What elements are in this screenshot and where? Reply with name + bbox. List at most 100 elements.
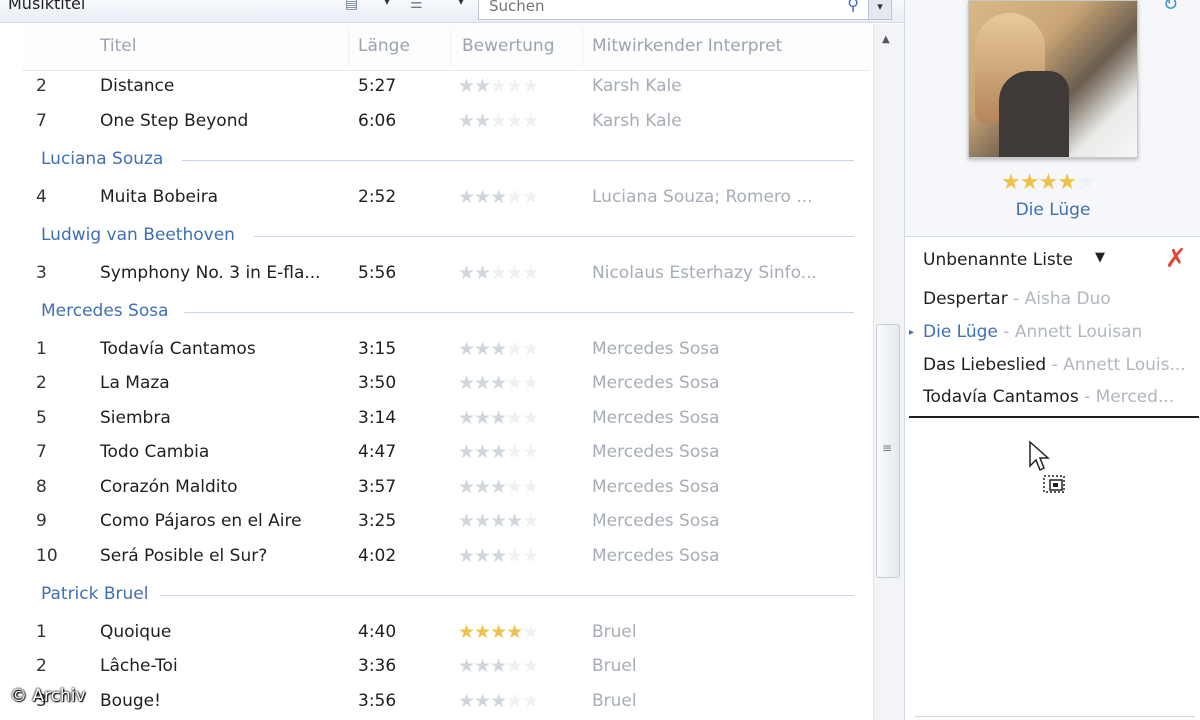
column-divider[interactable] xyxy=(450,28,451,66)
star-icon[interactable]: ★ xyxy=(474,338,491,360)
star-icon[interactable]: ★ xyxy=(506,545,523,567)
star-icon[interactable]: ★ xyxy=(506,372,523,394)
table-row[interactable]: 7 Todo Cambia 4:47 ★★★★★ Mercedes Sosa xyxy=(22,436,870,470)
scrollbar-thumb[interactable]: ≡ xyxy=(876,324,900,578)
group-header-patrick-bruel[interactable]: Patrick Bruel xyxy=(22,581,870,611)
star-icon[interactable]: ★ xyxy=(458,441,475,463)
star-icon[interactable]: ★ xyxy=(506,186,523,208)
star-icon[interactable]: ★ xyxy=(490,441,507,463)
star-icon[interactable]: ★ xyxy=(506,476,523,498)
star-icon[interactable]: ★ xyxy=(522,510,539,532)
star-icon[interactable]: ★ xyxy=(458,110,475,132)
star-icon[interactable]: ★ xyxy=(522,110,539,132)
star-icon[interactable]: ★ xyxy=(458,262,475,284)
star-icon[interactable]: ★ xyxy=(522,75,539,97)
star-icon[interactable]: ★ xyxy=(490,510,507,532)
table-row[interactable]: 7 One Step Beyond 6:06 ★★★★★ Karsh Kale xyxy=(22,105,870,139)
star-icon[interactable]: ★ xyxy=(522,545,539,567)
star-icon[interactable]: ★ xyxy=(506,441,523,463)
star-icon[interactable]: ★ xyxy=(490,545,507,567)
chevron-down-icon[interactable]: ▼ xyxy=(1095,250,1105,265)
star-icon[interactable]: ★ xyxy=(522,621,539,643)
column-header-artist[interactable]: Mitwirkender Interpret xyxy=(592,36,782,56)
star-icon[interactable]: ★ xyxy=(474,262,491,284)
album-cover[interactable] xyxy=(968,0,1138,158)
star-icon[interactable]: ★ xyxy=(458,690,475,712)
clear-list-icon[interactable]: ✗ xyxy=(1165,244,1187,274)
star-icon[interactable]: ★ xyxy=(506,621,523,643)
star-icon[interactable]: ★ xyxy=(490,262,507,284)
star-icon[interactable]: ★ xyxy=(522,690,539,712)
star-icon[interactable]: ★ xyxy=(458,621,475,643)
star-icon[interactable]: ★ xyxy=(522,186,539,208)
star-icon[interactable]: ★ xyxy=(490,338,507,360)
table-row[interactable]: 2 La Maza 3:50 ★★★★★ Mercedes Sosa xyxy=(22,367,870,401)
star-icon[interactable]: ★ xyxy=(1001,170,1021,195)
sort-options-icon[interactable]: ☰ xyxy=(410,0,432,14)
star-icon[interactable]: ★ xyxy=(506,510,523,532)
rating-stars[interactable]: ★★★★★ xyxy=(458,476,539,498)
star-icon[interactable]: ★ xyxy=(522,262,539,284)
star-icon[interactable]: ★ xyxy=(474,476,491,498)
star-icon[interactable]: ★ xyxy=(458,476,475,498)
star-icon[interactable]: ★ xyxy=(474,655,491,677)
star-icon[interactable]: ★ xyxy=(458,372,475,394)
rating-stars[interactable]: ★★★★★ xyxy=(458,690,539,712)
playlist-item[interactable]: Das Liebeslied - Annett Louis... xyxy=(905,352,1200,384)
table-row[interactable]: 3 Symphony No. 3 in E-fla... 5:56 ★★★★★ … xyxy=(22,257,870,291)
star-icon[interactable]: ★ xyxy=(490,75,507,97)
star-icon[interactable]: ★ xyxy=(506,690,523,712)
table-row[interactable]: 5 Siembra 3:14 ★★★★★ Mercedes Sosa xyxy=(22,402,870,436)
playlist-item-current[interactable]: ▸ Die Lüge - Annett Louisan xyxy=(905,319,1200,351)
now-playing-rating-stars[interactable]: ★★★★★ xyxy=(1001,170,1096,195)
playlist-item[interactable]: Despertar - Aisha Duo xyxy=(905,286,1200,318)
breadcrumb[interactable]: Musiktitel xyxy=(8,0,85,13)
search-dropdown-button[interactable]: ▾ xyxy=(868,0,892,20)
search-input[interactable] xyxy=(487,0,821,17)
column-header-rating[interactable]: Bewertung xyxy=(462,36,554,56)
table-row[interactable]: 1 Todavía Cantamos 3:15 ★★★★★ Mercedes S… xyxy=(22,333,870,367)
table-row[interactable]: 10 Será Posible el Sur? 4:02 ★★★★★ Merce… xyxy=(22,540,870,574)
table-row[interactable]: 8 Corazón Maldito 3:57 ★★★★★ Mercedes So… xyxy=(22,471,870,505)
vertical-scrollbar[interactable]: ▲ ≡ xyxy=(873,24,904,720)
star-icon[interactable]: ★ xyxy=(474,75,491,97)
rating-stars[interactable]: ★★★★★ xyxy=(458,338,539,360)
table-row[interactable]: 1 Quoique 4:40 ★★★★★ Bruel xyxy=(22,616,870,650)
search-box[interactable]: ⚲ xyxy=(478,0,870,20)
column-header-length[interactable]: Länge xyxy=(358,36,410,56)
star-icon[interactable]: ★ xyxy=(1020,170,1040,195)
star-icon[interactable]: ★ xyxy=(490,407,507,429)
refresh-icon[interactable]: ↻ xyxy=(1163,0,1178,15)
star-icon[interactable]: ★ xyxy=(458,655,475,677)
star-icon[interactable]: ★ xyxy=(490,110,507,132)
star-icon[interactable]: ★ xyxy=(506,75,523,97)
star-icon[interactable]: ★ xyxy=(490,690,507,712)
star-icon[interactable]: ★ xyxy=(522,441,539,463)
group-header-luciana-souza[interactable]: Luciana Souza xyxy=(22,146,870,176)
sort-options-dropdown-icon[interactable]: ▾ xyxy=(458,0,464,8)
star-icon[interactable]: ★ xyxy=(474,186,491,208)
star-icon[interactable]: ★ xyxy=(490,655,507,677)
star-icon[interactable]: ★ xyxy=(522,372,539,394)
star-icon[interactable]: ★ xyxy=(522,338,539,360)
star-icon[interactable]: ★ xyxy=(490,476,507,498)
star-icon[interactable]: ★ xyxy=(458,75,475,97)
star-icon[interactable]: ★ xyxy=(458,407,475,429)
column-divider[interactable] xyxy=(582,28,583,66)
rating-stars[interactable]: ★★★★★ xyxy=(458,441,539,463)
table-row[interactable]: 2 Lâche-Toi 3:36 ★★★★★ Bruel xyxy=(22,650,870,684)
star-icon[interactable]: ★ xyxy=(506,110,523,132)
rating-stars[interactable]: ★★★★★ xyxy=(458,262,539,284)
rating-stars[interactable]: ★★★★★ xyxy=(458,186,539,208)
now-playing-title[interactable]: Die Lüge xyxy=(905,200,1200,220)
star-icon[interactable]: ★ xyxy=(506,407,523,429)
view-options-dropdown-icon[interactable]: ▾ xyxy=(384,0,390,8)
star-icon[interactable]: ★ xyxy=(506,655,523,677)
table-row[interactable]: 9 Como Pájaros en el Aire 3:25 ★★★★★ Mer… xyxy=(22,505,870,539)
star-icon[interactable]: ★ xyxy=(474,407,491,429)
star-icon[interactable]: ★ xyxy=(522,407,539,429)
star-icon[interactable]: ★ xyxy=(474,441,491,463)
rating-stars[interactable]: ★★★★★ xyxy=(458,545,539,567)
table-row[interactable]: 2 Distance 5:27 ★★★★★ Karsh Kale xyxy=(22,70,870,104)
rating-stars[interactable]: ★★★★★ xyxy=(458,110,539,132)
